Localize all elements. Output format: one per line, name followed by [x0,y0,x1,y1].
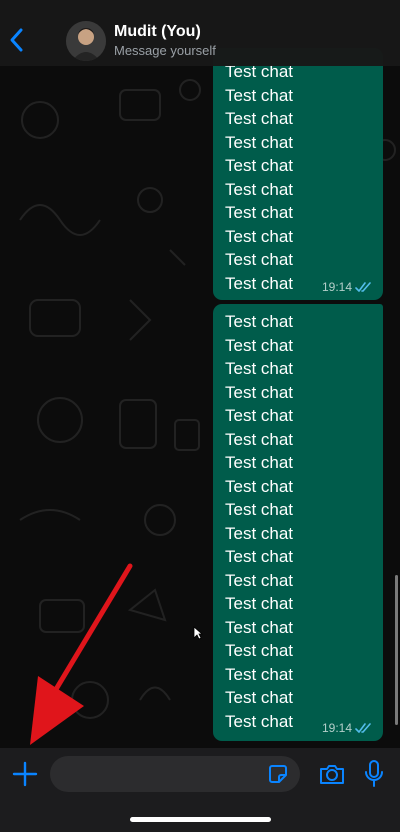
sticker-icon[interactable] [266,762,290,786]
message-line: Test chat [225,406,294,425]
message-line: Test chat [225,594,294,613]
message-line: Test chat [225,641,294,660]
scrollbar[interactable] [395,575,398,725]
message-line: Test chat [225,109,294,128]
chevron-left-icon[interactable] [6,26,28,54]
home-indicator [130,817,271,822]
message-meta: 19:14 [322,721,373,735]
message-line: Test chat [225,547,294,566]
contact-name[interactable]: Mudit (You) [114,23,201,41]
message-line: Test chat [225,429,294,449]
message-line: Test chat [225,382,294,402]
message-line: Test chat [225,335,294,355]
chat-header: Mudit (You) Message yourself [0,0,400,66]
message-line: Test chat [225,500,294,519]
message-line: Test chat [225,250,294,269]
double-check-icon [355,282,371,292]
message-text: Test chat Test chat Test chat Test chat … [225,60,375,295]
message-line: Test chat [225,156,294,175]
message-time: 19:14 [321,280,352,294]
plus-icon[interactable] [12,761,38,787]
message-line: Test chat [225,453,294,472]
message-text: Test chat Test chat Test chat Test chat … [225,310,375,733]
double-check-icon [355,723,371,733]
composer-bar [0,748,400,832]
message-line: Test chat [225,664,294,684]
message-line: Test chat [225,312,294,331]
message-line: Test chat [225,570,294,590]
message-line: Test chat [225,85,294,105]
message-line: Test chat [225,179,294,199]
mouse-cursor-icon [193,626,203,640]
message-line: Test chat [225,476,294,496]
message-line: Test chat [225,226,294,246]
camera-icon[interactable] [318,762,346,786]
avatar-photo [66,21,106,61]
message-line: Test chat [225,523,294,543]
message-input[interactable] [50,756,300,792]
message-line: Test chat [225,359,294,378]
message-line: Test chat [225,617,294,637]
avatar[interactable] [66,21,106,61]
message-meta: 19:14 [322,280,373,294]
message-time: 19:14 [321,721,352,735]
message-line: Test chat [225,688,294,707]
message-line: Test chat [225,132,294,152]
contact-subtitle[interactable]: Message yourself [114,43,216,58]
message-bubble[interactable]: Test chat Test chat Test chat Test chat … [213,48,383,300]
microphone-icon[interactable] [364,759,384,789]
message-bubble[interactable]: Test chat Test chat Test chat Test chat … [213,304,383,741]
message-line: Test chat [225,203,294,222]
